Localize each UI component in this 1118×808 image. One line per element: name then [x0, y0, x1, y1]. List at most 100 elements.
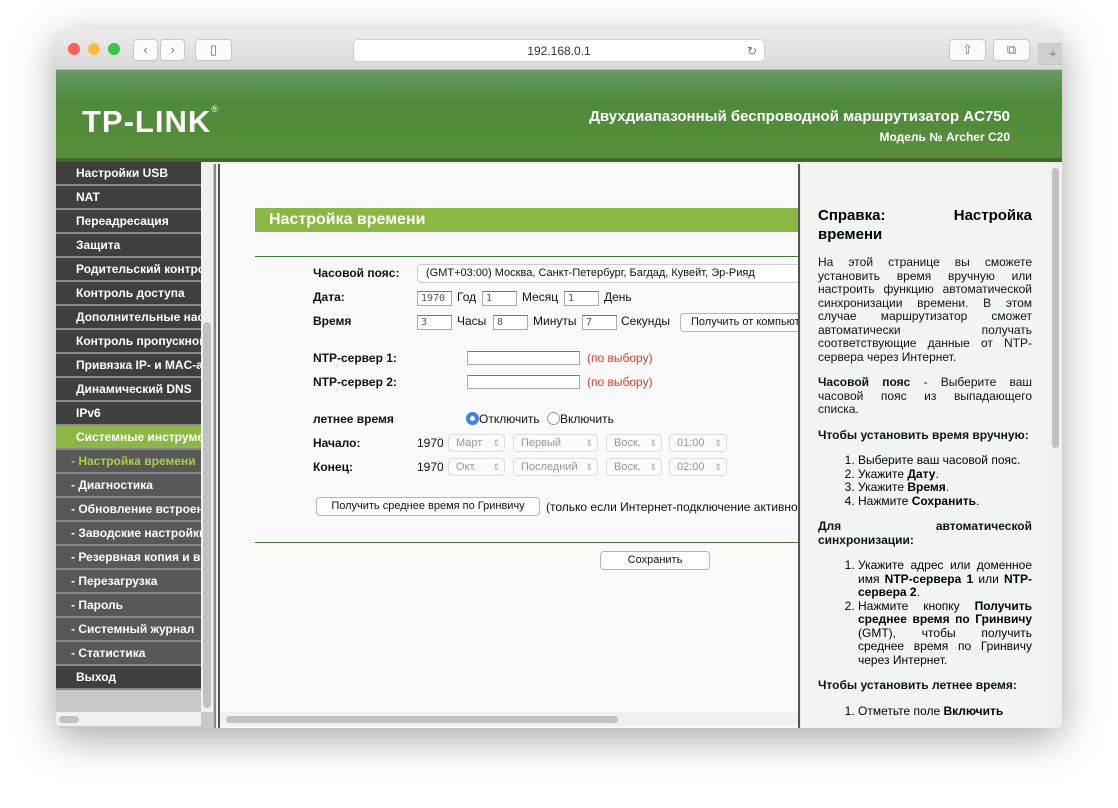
sidebar-item[interactable]: - Пароль: [56, 594, 201, 618]
ntp2-optional: (по выбору): [587, 375, 653, 389]
sidebar-item[interactable]: Контроль доступа: [56, 282, 201, 306]
page-title: Настройка времени: [255, 208, 798, 232]
ntp2-input[interactable]: [467, 375, 580, 389]
sidebar-item[interactable]: Выход: [56, 666, 201, 690]
header-model: Модель № Archer C20: [879, 130, 1010, 144]
hours-unit: Часы: [457, 314, 487, 328]
sidebar-toggle-icon[interactable]: ▯: [195, 39, 232, 61]
day-unit: День: [604, 290, 632, 304]
sidebar-item[interactable]: Защита: [56, 234, 201, 258]
end-label: Конец:: [313, 460, 353, 474]
help-frame: Справка: Настройка времени На этой стран…: [802, 164, 1062, 728]
sidebar-item[interactable]: - Статистика: [56, 642, 201, 666]
start-time-select[interactable]: 01:00: [669, 434, 727, 452]
time-label: Время: [313, 314, 352, 328]
help-scrollbar[interactable]: [1049, 164, 1062, 728]
help-timezone: Часовой пояс - Выберите ваш часовой пояс…: [818, 375, 1032, 416]
back-button[interactable]: ‹: [133, 39, 158, 61]
sidebar-item[interactable]: NAT: [56, 186, 201, 210]
get-gmt-button[interactable]: Получить среднее время по Гринвичу: [316, 497, 540, 516]
sidebar-item[interactable]: Контроль пропускной способности: [56, 330, 201, 354]
sidebar-item[interactable]: - Системный журнал: [56, 618, 201, 642]
help-manual-title: Чтобы установить время вручную:: [818, 427, 1029, 442]
main-h-scrollbar[interactable]: [220, 712, 798, 726]
sidebar-item[interactable]: - Обновление встроенного ПО: [56, 498, 201, 522]
end-day-select[interactable]: Воск.: [606, 458, 662, 476]
gmt-note: (только если Интернет-подключение активн…: [546, 500, 800, 514]
sidebar-scrollbar[interactable]: [201, 164, 213, 712]
tabs-icon[interactable]: ⧉: [993, 39, 1030, 61]
get-pc-time-button[interactable]: Получить от компьютера: [680, 313, 798, 332]
url-text: 192.168.0.1: [527, 44, 591, 58]
start-label: Начало:: [313, 436, 361, 450]
dst-on-radio[interactable]: Включить: [547, 412, 614, 426]
help-title: Справка: Настройка времени: [818, 207, 1032, 243]
sidebar-item[interactable]: Родительский контроль: [56, 258, 201, 282]
minutes-unit: Минуты: [533, 314, 577, 328]
end-year: 1970: [417, 460, 444, 474]
sidebar-h-scrollbar[interactable]: [56, 712, 201, 726]
minimize-window-button[interactable]: [88, 43, 100, 55]
address-bar[interactable]: 192.168.0.1 ↻: [353, 39, 765, 62]
minutes-input[interactable]: 8: [493, 315, 528, 330]
seconds-unit: Секунды: [621, 314, 670, 328]
forward-button[interactable]: ›: [160, 39, 185, 61]
sidebar-item[interactable]: - Резервная копия и восстановление: [56, 546, 201, 570]
ntp1-optional: (по выбору): [587, 351, 653, 365]
month-unit: Месяц: [522, 290, 559, 304]
seconds-input[interactable]: 7: [582, 315, 617, 330]
start-month-select[interactable]: Март: [448, 434, 505, 452]
sidebar-item[interactable]: Системные инструменты: [56, 426, 201, 450]
sidebar-item[interactable]: Дополнительные настройки маршрутизации: [56, 306, 201, 330]
new-tab-button[interactable]: +: [1038, 43, 1062, 65]
sidebar-item[interactable]: - Настройка времени: [56, 450, 201, 474]
ntp1-label: NTP-сервер 1:: [313, 351, 397, 365]
end-time-select[interactable]: 02:00: [669, 458, 727, 476]
zoom-window-button[interactable]: [108, 43, 120, 55]
help-dst-steps: Отметьте поле Включить: [858, 704, 1032, 719]
dst-label: летнее время: [313, 412, 394, 426]
year-input[interactable]: 1970: [417, 291, 452, 306]
end-week-select[interactable]: Последний: [513, 458, 598, 476]
router-header: TP-LINK® Двухдиапазонный беспроводной ма…: [56, 70, 1062, 162]
header-title: Двухдиапазонный беспроводной маршрутизат…: [589, 108, 1010, 125]
timezone-select[interactable]: (GMT+03:00) Москва, Санкт-Петербург, Баг…: [417, 264, 798, 283]
sidebar-item[interactable]: IPv6: [56, 402, 201, 426]
start-year: 1970: [417, 436, 444, 450]
date-label: Дата:: [313, 290, 345, 304]
ntp1-input[interactable]: [467, 351, 580, 365]
sidebar-menu: Настройки USB NAT Переадресация Защита Родит…: [56, 162, 216, 728]
sidebar-item[interactable]: Привязка IP- и MAC-адресов: [56, 354, 201, 378]
help-dst-title: Чтобы установить летнее время:: [818, 678, 1017, 692]
help-auto-steps: Укажите адрес или доменное имя NTP-серве…: [858, 558, 1032, 667]
divider: [255, 542, 798, 543]
ntp2-label: NTP-сервер 2:: [313, 375, 397, 389]
divider: [255, 256, 798, 257]
main-frame: Настройка времени Часовой пояс: (GMT+03:…: [218, 164, 800, 728]
start-week-select[interactable]: Первый: [513, 434, 598, 452]
start-day-select[interactable]: Воск.: [606, 434, 662, 452]
end-month-select[interactable]: Окт.: [448, 458, 505, 476]
sidebar-item[interactable]: - Перезагрузка: [56, 570, 201, 594]
dst-off-radio[interactable]: Отключить: [466, 412, 540, 426]
hours-input[interactable]: 3: [417, 315, 452, 330]
month-input[interactable]: 1: [482, 291, 517, 306]
help-intro: На этой странице вы сможете установить в…: [818, 255, 1032, 364]
timezone-label: Часовой пояс:: [313, 266, 400, 280]
sidebar-item[interactable]: Переадресация: [56, 210, 201, 234]
browser-window: ‹ › ▯ 192.168.0.1 ↻ ⇧ ⧉ + TP-LINK® Двухди…: [56, 30, 1062, 728]
sidebar-item[interactable]: Настройки USB: [56, 162, 201, 186]
sidebar-item[interactable]: Динамический DNS: [56, 378, 201, 402]
help-manual-steps: Выберите ваш часовой пояс. Укажите Дату.…: [858, 453, 1032, 508]
help-auto-title: Для автоматической синхронизации:: [818, 519, 1032, 547]
close-window-button[interactable]: [68, 43, 80, 55]
browser-toolbar: ‹ › ▯ 192.168.0.1 ↻ ⇧ ⧉ +: [56, 30, 1062, 70]
share-icon[interactable]: ⇧: [949, 39, 986, 61]
year-unit: Год: [457, 290, 477, 304]
sidebar-item[interactable]: - Диагностика: [56, 474, 201, 498]
tp-link-logo: TP-LINK®: [82, 104, 219, 139]
save-button[interactable]: Сохранить: [600, 551, 710, 570]
reload-icon[interactable]: ↻: [747, 40, 757, 62]
day-input[interactable]: 1: [564, 291, 599, 306]
sidebar-item[interactable]: - Заводские настройки: [56, 522, 201, 546]
